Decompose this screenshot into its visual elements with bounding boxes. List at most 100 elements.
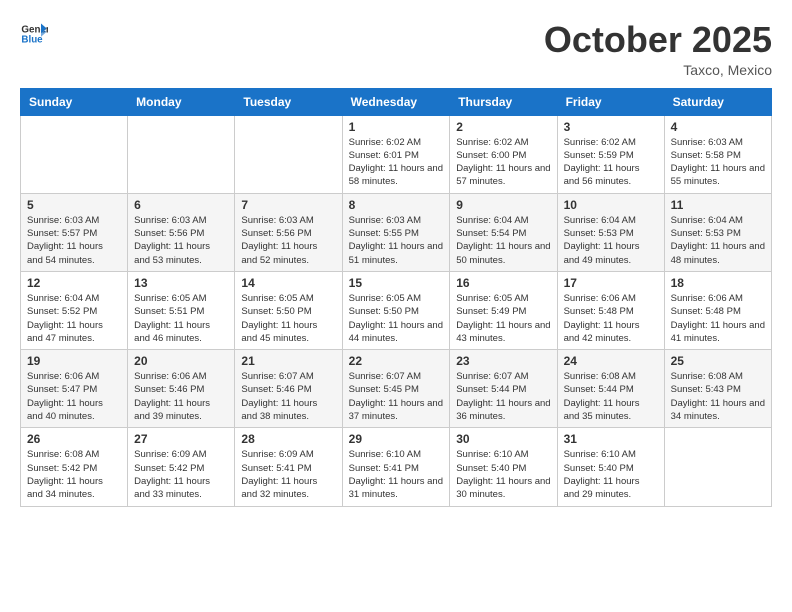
day-info: Sunrise: 6:07 AM Sunset: 5:44 PM Dayligh… xyxy=(456,370,550,423)
calendar-day-1: 1 Sunrise: 6:02 AM Sunset: 6:01 PM Daylig… xyxy=(342,115,450,193)
day-number: 29 xyxy=(349,432,444,446)
day-info: Sunrise: 6:07 AM Sunset: 5:46 PM Dayligh… xyxy=(241,370,335,423)
day-info: Sunrise: 6:06 AM Sunset: 5:48 PM Dayligh… xyxy=(564,292,658,345)
day-number: 14 xyxy=(241,276,335,290)
calendar-day-22: 22 Sunrise: 6:07 AM Sunset: 5:45 PM Dayli… xyxy=(342,350,450,428)
location: Taxco, Mexico xyxy=(544,62,772,78)
day-info: Sunrise: 6:10 AM Sunset: 5:41 PM Dayligh… xyxy=(349,448,444,501)
empty-cell xyxy=(21,115,128,193)
calendar-day-11: 11 Sunrise: 6:04 AM Sunset: 5:53 PM Dayli… xyxy=(664,193,771,271)
day-info: Sunrise: 6:03 AM Sunset: 5:57 PM Dayligh… xyxy=(27,214,121,267)
calendar-day-28: 28Sunrise: 6:09 AM Sunset: 5:41 PM Dayli… xyxy=(235,428,342,506)
calendar-week-1: 1 Sunrise: 6:02 AM Sunset: 6:01 PM Daylig… xyxy=(21,115,772,193)
day-info: Sunrise: 6:09 AM Sunset: 5:41 PM Dayligh… xyxy=(241,448,335,501)
weekday-header-friday: Friday xyxy=(557,88,664,115)
weekday-header-thursday: Thursday xyxy=(450,88,557,115)
day-info: Sunrise: 6:06 AM Sunset: 5:48 PM Dayligh… xyxy=(671,292,765,345)
day-info: Sunrise: 6:05 AM Sunset: 5:50 PM Dayligh… xyxy=(241,292,335,345)
calendar-day-18: 18 Sunrise: 6:06 AM Sunset: 5:48 PM Dayli… xyxy=(664,271,771,349)
day-number: 30 xyxy=(456,432,550,446)
day-info: Sunrise: 6:03 AM Sunset: 5:55 PM Dayligh… xyxy=(349,214,444,267)
calendar-day-27: 27Sunrise: 6:09 AM Sunset: 5:42 PM Dayli… xyxy=(128,428,235,506)
weekday-header-row: SundayMondayTuesdayWednesdayThursdayFrid… xyxy=(21,88,772,115)
day-info: Sunrise: 6:05 AM Sunset: 5:49 PM Dayligh… xyxy=(456,292,550,345)
day-number: 3 xyxy=(564,120,658,134)
calendar-table: SundayMondayTuesdayWednesdayThursdayFrid… xyxy=(20,88,772,507)
day-number: 13 xyxy=(134,276,228,290)
calendar-day-17: 17 Sunrise: 6:06 AM Sunset: 5:48 PM Dayli… xyxy=(557,271,664,349)
weekday-header-tuesday: Tuesday xyxy=(235,88,342,115)
day-info: Sunrise: 6:06 AM Sunset: 5:47 PM Dayligh… xyxy=(27,370,121,423)
day-number: 11 xyxy=(671,198,765,212)
day-info: Sunrise: 6:04 AM Sunset: 5:52 PM Dayligh… xyxy=(27,292,121,345)
day-info: Sunrise: 6:03 AM Sunset: 5:56 PM Dayligh… xyxy=(134,214,228,267)
day-info: Sunrise: 6:04 AM Sunset: 5:53 PM Dayligh… xyxy=(671,214,765,267)
calendar-day-16: 16 Sunrise: 6:05 AM Sunset: 5:49 PM Dayli… xyxy=(450,271,557,349)
calendar-day-6: 6 Sunrise: 6:03 AM Sunset: 5:56 PM Daylig… xyxy=(128,193,235,271)
calendar-day-4: 4Sunrise: 6:03 AM Sunset: 5:58 PM Daylig… xyxy=(664,115,771,193)
day-info: Sunrise: 6:10 AM Sunset: 5:40 PM Dayligh… xyxy=(564,448,658,501)
calendar-day-8: 8 Sunrise: 6:03 AM Sunset: 5:55 PM Daylig… xyxy=(342,193,450,271)
calendar-day-31: 31 Sunrise: 6:10 AM Sunset: 5:40 PM Dayli… xyxy=(557,428,664,506)
day-number: 22 xyxy=(349,354,444,368)
empty-cell xyxy=(128,115,235,193)
day-info: Sunrise: 6:06 AM Sunset: 5:46 PM Dayligh… xyxy=(134,370,228,423)
day-info: Sunrise: 6:03 AM Sunset: 5:56 PM Dayligh… xyxy=(241,214,335,267)
day-number: 20 xyxy=(134,354,228,368)
day-number: 25 xyxy=(671,354,765,368)
title-area: October 2025 Taxco, Mexico xyxy=(544,20,772,78)
day-number: 17 xyxy=(564,276,658,290)
calendar-day-7: 7 Sunrise: 6:03 AM Sunset: 5:56 PM Daylig… xyxy=(235,193,342,271)
day-info: Sunrise: 6:09 AM Sunset: 5:42 PM Dayligh… xyxy=(134,448,228,501)
calendar-day-23: 23 Sunrise: 6:07 AM Sunset: 5:44 PM Dayli… xyxy=(450,350,557,428)
day-number: 6 xyxy=(134,198,228,212)
empty-cell xyxy=(664,428,771,506)
calendar-day-10: 10Sunrise: 6:04 AM Sunset: 5:53 PM Dayli… xyxy=(557,193,664,271)
day-number: 7 xyxy=(241,198,335,212)
calendar-week-2: 5 Sunrise: 6:03 AM Sunset: 5:57 PM Daylig… xyxy=(21,193,772,271)
day-info: Sunrise: 6:03 AM Sunset: 5:58 PM Dayligh… xyxy=(671,136,765,189)
weekday-header-monday: Monday xyxy=(128,88,235,115)
day-number: 16 xyxy=(456,276,550,290)
calendar-week-5: 26 Sunrise: 6:08 AM Sunset: 5:42 PM Dayli… xyxy=(21,428,772,506)
day-number: 15 xyxy=(349,276,444,290)
page-header: General Blue October 2025 Taxco, Mexico xyxy=(20,20,772,78)
day-number: 24 xyxy=(564,354,658,368)
calendar-day-26: 26 Sunrise: 6:08 AM Sunset: 5:42 PM Dayli… xyxy=(21,428,128,506)
day-number: 1 xyxy=(349,120,444,134)
day-number: 31 xyxy=(564,432,658,446)
day-number: 8 xyxy=(349,198,444,212)
day-number: 5 xyxy=(27,198,121,212)
calendar-day-15: 15 Sunrise: 6:05 AM Sunset: 5:50 PM Dayli… xyxy=(342,271,450,349)
calendar-day-19: 19 Sunrise: 6:06 AM Sunset: 5:47 PM Dayli… xyxy=(21,350,128,428)
calendar-day-2: 2Sunrise: 6:02 AM Sunset: 6:00 PM Daylig… xyxy=(450,115,557,193)
logo-icon: General Blue xyxy=(20,20,48,48)
day-number: 26 xyxy=(27,432,121,446)
day-info: Sunrise: 6:07 AM Sunset: 5:45 PM Dayligh… xyxy=(349,370,444,423)
weekday-header-sunday: Sunday xyxy=(21,88,128,115)
day-number: 19 xyxy=(27,354,121,368)
calendar-day-21: 21 Sunrise: 6:07 AM Sunset: 5:46 PM Dayli… xyxy=(235,350,342,428)
day-info: Sunrise: 6:05 AM Sunset: 5:50 PM Dayligh… xyxy=(349,292,444,345)
day-info: Sunrise: 6:10 AM Sunset: 5:40 PM Dayligh… xyxy=(456,448,550,501)
day-number: 9 xyxy=(456,198,550,212)
day-info: Sunrise: 6:04 AM Sunset: 5:54 PM Dayligh… xyxy=(456,214,550,267)
weekday-header-saturday: Saturday xyxy=(664,88,771,115)
calendar-day-12: 12Sunrise: 6:04 AM Sunset: 5:52 PM Dayli… xyxy=(21,271,128,349)
day-number: 2 xyxy=(456,120,550,134)
weekday-header-wednesday: Wednesday xyxy=(342,88,450,115)
calendar-day-29: 29 Sunrise: 6:10 AM Sunset: 5:41 PM Dayli… xyxy=(342,428,450,506)
calendar-week-4: 19 Sunrise: 6:06 AM Sunset: 5:47 PM Dayli… xyxy=(21,350,772,428)
calendar-day-3: 3Sunrise: 6:02 AM Sunset: 5:59 PM Daylig… xyxy=(557,115,664,193)
day-info: Sunrise: 6:08 AM Sunset: 5:42 PM Dayligh… xyxy=(27,448,121,501)
day-number: 18 xyxy=(671,276,765,290)
calendar-day-14: 14 Sunrise: 6:05 AM Sunset: 5:50 PM Dayli… xyxy=(235,271,342,349)
day-info: Sunrise: 6:08 AM Sunset: 5:43 PM Dayligh… xyxy=(671,370,765,423)
calendar-day-25: 25 Sunrise: 6:08 AM Sunset: 5:43 PM Dayli… xyxy=(664,350,771,428)
day-number: 23 xyxy=(456,354,550,368)
svg-text:Blue: Blue xyxy=(21,34,43,45)
day-number: 21 xyxy=(241,354,335,368)
logo: General Blue xyxy=(20,20,48,48)
day-info: Sunrise: 6:08 AM Sunset: 5:44 PM Dayligh… xyxy=(564,370,658,423)
day-info: Sunrise: 6:02 AM Sunset: 6:01 PM Dayligh… xyxy=(349,136,444,189)
